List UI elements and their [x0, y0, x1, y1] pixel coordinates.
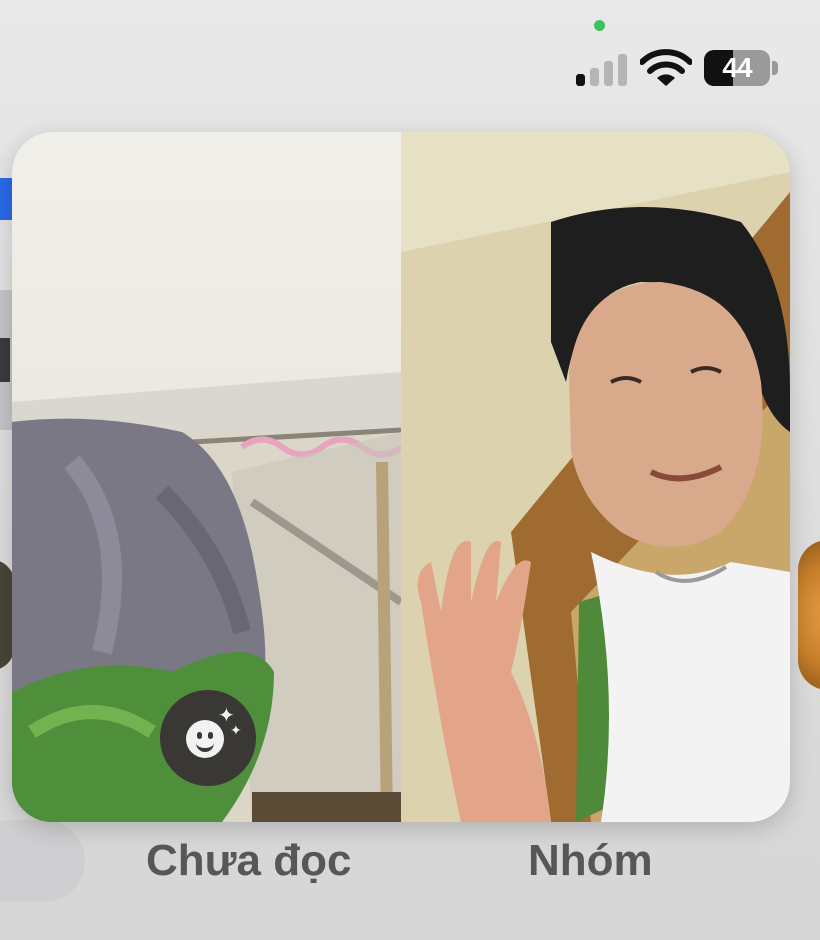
- battery-icon: 44: [704, 50, 770, 86]
- privacy-indicator-dot: [594, 20, 605, 31]
- video-call-pip[interactable]: [12, 132, 790, 822]
- background-left-glyph: [0, 338, 10, 382]
- background-right-avatar: [798, 540, 820, 690]
- remote-participant-view: [401, 132, 790, 822]
- background-search-pill: [0, 820, 85, 902]
- effects-button[interactable]: ✦ ✦: [160, 690, 256, 786]
- status-bar: 44: [0, 0, 820, 100]
- battery-level: 44: [722, 52, 752, 83]
- wifi-icon: [640, 49, 692, 86]
- battery-tip: [772, 61, 778, 75]
- background-accent-tab: [0, 178, 12, 220]
- tab-unread[interactable]: Chưa đọc: [146, 836, 351, 886]
- cellular-signal-icon: [576, 52, 630, 86]
- tab-groups[interactable]: Nhóm: [528, 836, 653, 886]
- sparkle-small-icon: ✦: [230, 722, 242, 738]
